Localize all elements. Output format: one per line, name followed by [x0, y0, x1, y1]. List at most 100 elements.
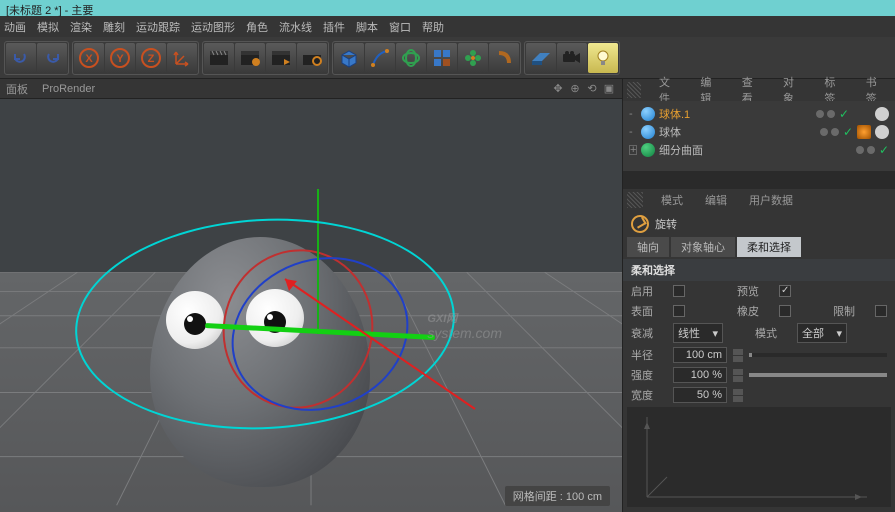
check-icon[interactable]: ✓ — [843, 125, 853, 139]
hierarchy-row[interactable]: - 球体 ✓ — [629, 123, 889, 141]
spinner-icon[interactable] — [733, 368, 743, 382]
hierarchy-row[interactable]: - 球体.1 ✓ — [629, 105, 889, 123]
axis-y-button[interactable]: Y — [105, 43, 135, 73]
menu-item[interactable]: 插件 — [323, 19, 345, 34]
phong-tag-icon[interactable] — [875, 125, 889, 139]
deformer-button[interactable] — [427, 43, 457, 73]
undo-button[interactable] — [6, 43, 36, 73]
light-button[interactable] — [588, 43, 618, 73]
menu-item[interactable]: 动画 — [4, 19, 26, 34]
attr-tab[interactable]: 编辑 — [695, 190, 737, 210]
enable-checkbox[interactable] — [673, 285, 685, 297]
spline-button[interactable] — [365, 43, 395, 73]
camera-button[interactable] — [557, 43, 587, 73]
param-label: 预览 — [737, 283, 773, 299]
sub-tab[interactable]: 对象轴心 — [671, 237, 735, 257]
object-hierarchy[interactable]: - 球体.1 ✓ - 球体 ✓ + 细分曲面 — [623, 101, 895, 171]
menu-item[interactable]: 角色 — [246, 19, 268, 34]
svg-text:Z: Z — [148, 53, 155, 65]
param-label: 橡皮 — [737, 303, 773, 319]
viewport-header: 面板 ProRender ✥ ⊕ ⟲ ▣ — [0, 79, 622, 99]
menu-item[interactable]: 运动跟踪 — [136, 19, 180, 34]
falloff-dropdown[interactable]: 线性▾ — [673, 323, 723, 343]
menu-item[interactable]: 运动图形 — [191, 19, 235, 34]
cube-icon — [338, 47, 360, 69]
world-axis-icon — [172, 48, 192, 68]
param-label: 强度 — [631, 367, 667, 383]
world-axis-button[interactable] — [167, 43, 197, 73]
hierarchy-row[interactable]: + 细分曲面 ✓ — [629, 141, 889, 159]
radius-input[interactable]: 100 cm — [673, 347, 727, 363]
orbit-icon[interactable]: ⟲ — [585, 82, 599, 96]
render-button[interactable] — [204, 43, 234, 73]
object-name[interactable]: 球体.1 — [659, 106, 812, 122]
check-icon[interactable]: ✓ — [879, 143, 889, 157]
redo-button[interactable] — [37, 43, 67, 73]
expand-icon[interactable]: - — [629, 108, 637, 120]
maximize-icon[interactable]: ▣ — [602, 82, 616, 96]
viewport-3d[interactable]: GXI网system.com 网格间距 : 100 cm — [0, 99, 622, 512]
clapper-icon — [208, 49, 230, 67]
floor-icon — [530, 47, 552, 69]
falloff-graph[interactable] — [627, 407, 891, 507]
param-label: 限制 — [833, 303, 869, 319]
width-input[interactable]: 50 % — [673, 387, 727, 403]
main-menu: 动画 模拟 渲染 雕刻 运动跟踪 运动图形 角色 流水线 插件 脚本 窗口 帮助 — [0, 16, 895, 37]
axis-z-button[interactable]: Z — [136, 43, 166, 73]
axis-x-button[interactable]: X — [74, 43, 104, 73]
render-settings-button[interactable] — [266, 43, 296, 73]
sub-tab-active[interactable]: 柔和选择 — [737, 237, 801, 257]
viewport-tab[interactable]: ProRender — [42, 83, 95, 95]
viewport-tab[interactable]: 面板 — [6, 81, 28, 97]
environment-button[interactable] — [489, 43, 519, 73]
menu-item[interactable]: 脚本 — [356, 19, 378, 34]
menu-item[interactable]: 雕刻 — [103, 19, 125, 34]
menu-item[interactable]: 模拟 — [37, 19, 59, 34]
cube-primitive-button[interactable] — [334, 43, 364, 73]
tool-title: 旋转 — [623, 211, 895, 237]
object-name[interactable]: 球体 — [659, 124, 816, 140]
preview-checkbox[interactable] — [779, 285, 791, 297]
menu-item[interactable]: 渲染 — [70, 19, 92, 34]
sub-tab[interactable]: 轴向 — [627, 237, 669, 257]
surface-checkbox[interactable] — [673, 305, 685, 317]
strength-input[interactable]: 100 % — [673, 367, 727, 383]
tool-sub-tabs: 轴向 对象轴心 柔和选择 — [623, 237, 895, 257]
pen-icon — [369, 47, 391, 69]
grid-spacing-label: 网格间距 : 100 cm — [505, 486, 610, 506]
mode-dropdown[interactable]: 全部▾ — [797, 323, 847, 343]
expand-icon[interactable]: + — [629, 145, 637, 155]
material-tag-icon[interactable] — [857, 125, 871, 139]
panel-grip-icon[interactable] — [627, 192, 643, 208]
attr-tab[interactable]: 用户数据 — [739, 190, 803, 210]
menu-item[interactable]: 帮助 — [422, 19, 444, 34]
menu-item[interactable]: 窗口 — [389, 19, 411, 34]
param-label: 半径 — [631, 347, 667, 363]
strength-slider[interactable] — [749, 373, 887, 377]
attr-tab[interactable]: 模式 — [651, 190, 693, 210]
generator-button[interactable] — [396, 43, 426, 73]
render-region-button[interactable] — [235, 43, 265, 73]
pan-icon[interactable]: ✥ — [551, 82, 565, 96]
limit-checkbox[interactable] — [875, 305, 887, 317]
y-axis-icon: Y — [109, 47, 131, 69]
param-label: 启用 — [631, 283, 667, 299]
zoom-icon[interactable]: ⊕ — [568, 82, 582, 96]
phong-tag-icon[interactable] — [875, 107, 889, 121]
object-name[interactable]: 细分曲面 — [659, 142, 852, 158]
radius-slider[interactable] — [749, 353, 887, 357]
mograph-button[interactable] — [458, 43, 488, 73]
menu-item[interactable]: 流水线 — [279, 19, 312, 34]
rubber-checkbox[interactable] — [779, 305, 791, 317]
param-label: 衰减 — [631, 325, 667, 341]
floor-button[interactable] — [526, 43, 556, 73]
spinner-icon[interactable] — [733, 388, 743, 402]
redo-icon — [43, 51, 61, 65]
window-titlebar: [未标题 2 *] - 主要 — [0, 0, 895, 16]
spinner-icon[interactable] — [733, 348, 743, 362]
viewport-panel: 面板 ProRender ✥ ⊕ ⟲ ▣ — [0, 79, 623, 512]
expand-icon[interactable]: - — [629, 126, 637, 138]
panel-grip-icon[interactable] — [627, 82, 641, 98]
render-anim-button[interactable] — [297, 43, 327, 73]
check-icon[interactable]: ✓ — [839, 107, 849, 121]
